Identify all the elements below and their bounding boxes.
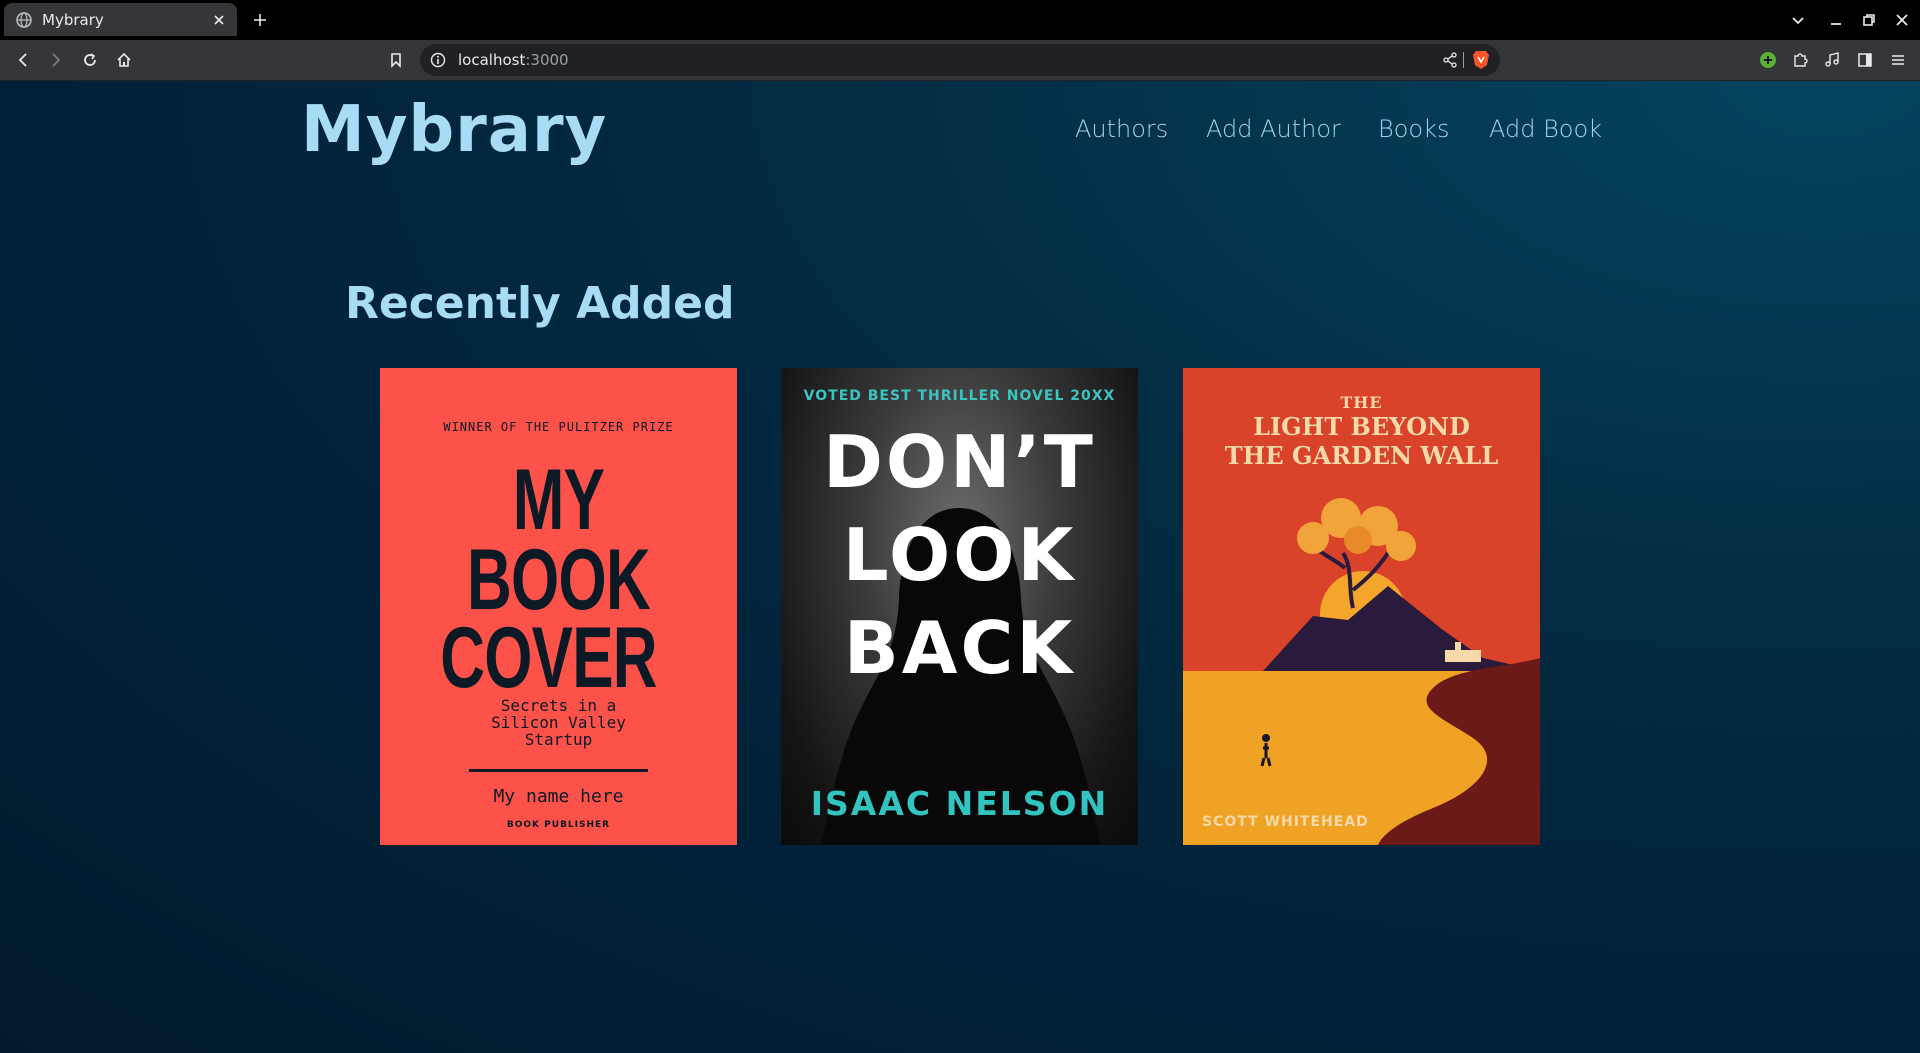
book-author: ISAAC NELSON [810, 784, 1109, 823]
browser-tab[interactable]: Mybrary [4, 3, 237, 36]
book-title-line: THE [1340, 393, 1383, 412]
bookmark-icon[interactable] [384, 48, 408, 72]
nav-add-author[interactable]: Add Author [1206, 115, 1341, 143]
book-tag: WINNER OF THE PULITZER PRIZE [443, 420, 674, 434]
reload-icon[interactable] [78, 48, 102, 72]
url-port: :3000 [525, 51, 569, 69]
brave-shield-icon[interactable] [1472, 50, 1490, 70]
puzzle-icon[interactable] [1788, 48, 1812, 72]
cover-divider [469, 769, 648, 772]
book-subtitle-line: Silicon Valley [491, 713, 626, 732]
back-icon[interactable] [11, 48, 35, 72]
site-logo[interactable]: Mybrary [301, 93, 607, 167]
plus-icon[interactable] [248, 8, 272, 32]
minimize-icon[interactable] [1824, 8, 1848, 32]
tab-title: Mybrary [42, 10, 104, 29]
book-title-line: BOOK [467, 532, 651, 628]
book-title-line: THE GARDEN WALL [1224, 441, 1499, 470]
url-text: localhost:3000 [458, 51, 569, 69]
book-title-line: COVER [440, 610, 657, 706]
nav-add-book[interactable]: Add Book [1489, 115, 1602, 143]
music-icon[interactable] [1820, 48, 1844, 72]
close-icon[interactable] [207, 8, 231, 32]
book-tag: VOTED BEST THRILLER NOVEL 20XX [803, 388, 1116, 404]
forward-icon[interactable] [44, 48, 68, 72]
book-title-line: LOOK [842, 513, 1077, 597]
nav-books[interactable]: Books [1378, 115, 1449, 143]
book-title-line: DON’T [823, 420, 1096, 504]
chevron-down-icon[interactable] [1786, 8, 1810, 32]
close-window-icon[interactable] [1890, 8, 1914, 32]
book-subtitle-line: Startup [524, 730, 593, 749]
home-icon[interactable] [112, 48, 136, 72]
book-cover-3[interactable]: THE LIGHT BEYOND THE GARDEN WALL SCOTT W… [1183, 368, 1540, 845]
book-title-line: LIGHT BEYOND [1253, 412, 1470, 441]
address-bar[interactable]: localhost:3000 [420, 44, 1500, 76]
restore-icon[interactable] [1857, 8, 1881, 32]
globe-icon [16, 11, 32, 28]
share-icon[interactable] [1442, 52, 1458, 68]
browser-toolbar: localhost:3000 [0, 40, 1920, 81]
info-icon[interactable] [430, 52, 446, 68]
sidebar-icon[interactable] [1853, 48, 1877, 72]
omnibox-divider [1463, 52, 1464, 68]
book-author: My name here [493, 786, 624, 807]
extension-icon[interactable] [1756, 48, 1780, 72]
section-title: Recently Added [345, 278, 735, 329]
menu-icon[interactable] [1886, 48, 1910, 72]
book-author: SCOTT WHITEHEAD [1202, 814, 1369, 830]
book-cover-1[interactable]: WINNER OF THE PULITZER PRIZE MY BOOK COV… [380, 368, 737, 845]
book-title-line: MY [512, 452, 605, 548]
book-cover-2[interactable]: VOTED BEST THRILLER NOVEL 20XX DON’T LOO… [781, 368, 1138, 845]
nav-authors[interactable]: Authors [1075, 115, 1168, 143]
book-subtitle-line: Secrets in a [500, 696, 617, 715]
page-viewport: Mybrary Authors Add Author Books Add Boo… [0, 81, 1920, 1053]
url-host: localhost [458, 51, 526, 69]
book-publisher: BOOK PUBLISHER [506, 820, 611, 830]
book-title-line: BACK [843, 606, 1076, 690]
tab-strip: Mybrary [0, 0, 1920, 40]
